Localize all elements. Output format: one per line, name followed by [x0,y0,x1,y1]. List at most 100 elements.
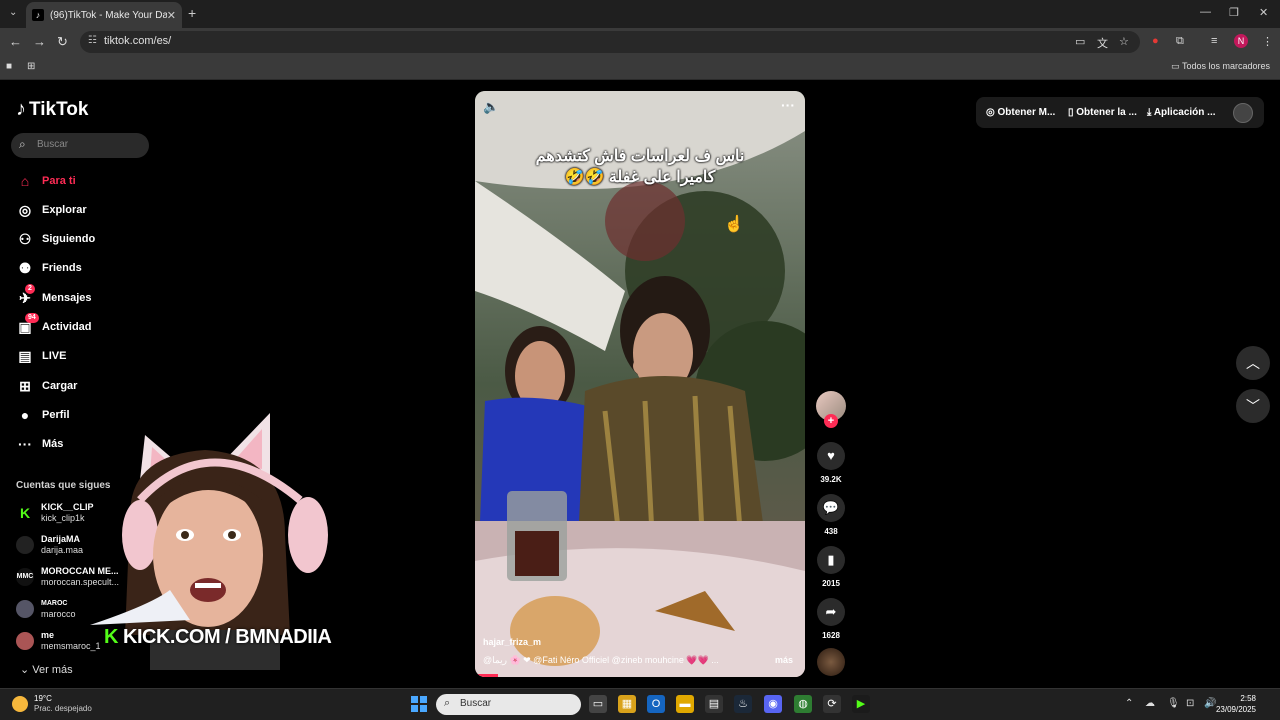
onedrive-cloud-icon[interactable]: ☁ [1145,698,1155,709]
nav-item-para-ti[interactable]: ⌂ Para ti [16,171,76,191]
outlook-icon[interactable]: O [647,695,665,713]
discord-icon[interactable]: ◉ [764,695,782,713]
profile-avatar-icon[interactable]: N [1234,34,1248,48]
store-icon[interactable]: ▦ [618,695,636,713]
microphone-icon[interactable]: 🎙 [1167,698,1180,709]
chevron-down-icon: ⌄ [20,664,33,676]
forward-icon[interactable]: → [33,34,46,49]
download-icon: ⤓ [1147,107,1154,118]
account-item[interactable]: K KICK__CLIP kick_clip1k [16,502,94,524]
nav-item-siguiendo[interactable]: ⚇ Siguiendo [16,229,95,249]
volume-icon[interactable]: 🔈 [483,99,499,115]
extension-red-icon[interactable]: ● [1152,35,1159,47]
get-coins-button[interactable]: ◎ Obtener M... [986,107,1055,118]
activity-icon: ▣ 94 [16,312,39,336]
bookmarks-bar [0,56,1280,80]
desktop-app-button[interactable]: ⤓ Aplicación ... [1147,107,1216,118]
address-bar[interactable]: ☷ tiktok.com/es/ [80,31,1140,53]
weather-widget[interactable]: 19°C Prac. despejado [12,694,92,714]
steam-icon[interactable]: ♨ [734,695,752,713]
bookmark-page-icon[interactable]: ■ [6,61,12,72]
save-action[interactable]: ▮ 2015 [817,546,845,588]
nav-item-perfil[interactable]: ● Perfil [16,405,70,425]
media-control-icon[interactable]: ≡ [1211,35,1217,47]
task-view-icon[interactable]: ▭ [589,695,607,713]
tab-close-icon[interactable]: ✕ [167,9,176,22]
speaker-icon[interactable]: 🔊 [1204,698,1216,709]
bookmark-star-icon[interactable]: ☆ [1119,35,1129,48]
previous-video-button[interactable]: ︿ [1236,346,1270,380]
minimize-icon[interactable]: — [1200,6,1211,18]
nav-item-explorar[interactable]: ◎ Explorar [16,200,87,220]
account-item[interactable]: me memsmaroc_1 [16,630,101,652]
nav-item-mensajes[interactable]: ✈ 2 Mensajes [16,283,92,308]
browser-menu-icon[interactable]: ⋮ [1262,35,1273,48]
share-icon[interactable]: ➦ [817,598,845,626]
tab-search-chevron-icon[interactable]: ⌄ [9,7,17,18]
network-icon[interactable]: ⊡ [1186,698,1194,709]
tiktok-note-icon: ♪ [16,98,26,120]
description-more-button[interactable]: más [775,655,793,665]
nav-item-actividad[interactable]: ▣ 94 Actividad [16,312,92,337]
messages-icon: ✈ 2 [16,283,35,307]
friends-icon: ⚉ [18,259,32,276]
user-avatar[interactable] [1233,103,1253,123]
back-icon[interactable]: ← [9,34,22,49]
new-tab-icon[interactable]: + [188,5,196,21]
account-item[interactable]: MAROC marocco [16,598,76,620]
video-options-icon[interactable]: ··· [781,97,795,113]
search-input[interactable]: ⌕ Buscar [11,133,149,158]
all-bookmarks-link[interactable]: ▭ Todos los marcadores [1171,61,1270,72]
bookmark-icon[interactable]: ▮ [817,546,845,574]
nav-item-cargar[interactable]: ⊞ Cargar [16,376,77,396]
translate-icon[interactable]: 文 [1097,35,1108,51]
heart-icon[interactable]: ♥ [817,442,845,470]
capture-icon[interactable]: ▤ [705,695,723,713]
avatar [16,536,34,554]
compass-icon: ◎ [18,201,32,218]
file-explorer-icon[interactable]: ▬ [676,695,694,713]
comment-action[interactable]: 💬 438 [817,494,845,536]
nav-item-mas[interactable]: ··· Más [16,434,63,454]
comment-icon[interactable]: 💬 [817,494,845,522]
reload-icon[interactable]: ↻ [57,34,68,50]
tiktok-logo[interactable]: ♪ TikTok [16,98,88,121]
music-disc-icon[interactable] [817,648,845,676]
taskbar-search-input[interactable]: ⌕ Buscar [436,694,581,715]
like-action[interactable]: ♥ 39.2K [817,442,845,484]
site-info-icon[interactable]: ☷ [88,35,97,46]
app-icon[interactable]: ⟳ [823,695,841,713]
share-count: 1628 [822,631,840,640]
video-author[interactable]: hajar_friza_m [483,637,541,647]
browser-tab[interactable]: ♪ (96)TikTok - Make Your Day ✕ [26,2,182,28]
video-description: @ريما 🌸 ❤ @Fati Néro Officiel @zineb mou… [483,655,719,665]
video-player[interactable]: ناس ف لعراسات فاش كتشدهم كاميرا على غفلة… [475,91,805,677]
maximize-icon[interactable]: ❐ [1229,6,1239,19]
activity-badge: 94 [25,312,39,323]
avatar: MMC [16,568,34,586]
get-app-button[interactable]: ▯ Obtener la ... [1068,107,1137,118]
video-progress-bar[interactable] [475,674,499,677]
home-icon: ⌂ [20,173,30,189]
extensions-puzzle-icon[interactable]: ⧉ [1176,35,1184,48]
next-video-button[interactable]: ﹀ [1236,389,1270,423]
share-action[interactable]: ➦ 1628 [817,598,845,640]
start-button[interactable] [411,696,427,712]
close-window-icon[interactable]: ✕ [1259,6,1268,19]
see-more-button[interactable]: ⌄ Ver más [20,663,73,676]
kick-app-icon[interactable]: ▶ [852,695,870,713]
nav-item-live[interactable]: ▤ LIVE [16,346,66,366]
follow-button[interactable]: + [824,414,838,428]
chrome-icon[interactable]: ◍ [794,695,812,713]
tab-title: (96)TikTok - Make Your Day [50,9,167,21]
tray-chevron-up-icon[interactable]: ⌃ [1125,698,1133,709]
kick-avatar: K [16,504,34,522]
apps-grid-icon[interactable]: ⊞ [27,61,35,72]
nav-item-friends[interactable]: ⚉ Friends [16,258,82,278]
account-item[interactable]: DarijaMA darija.maa [16,534,83,556]
cast-icon[interactable]: ▭ [1075,35,1085,48]
folder-icon: ▭ [1171,61,1182,71]
video-caption: ناس ف لعراسات فاش كتشدهم كاميرا على غفلة… [535,148,745,186]
tiktok-favicon-icon: ♪ [32,9,44,21]
system-clock[interactable]: 2:58 23/09/2025 [1216,693,1256,715]
